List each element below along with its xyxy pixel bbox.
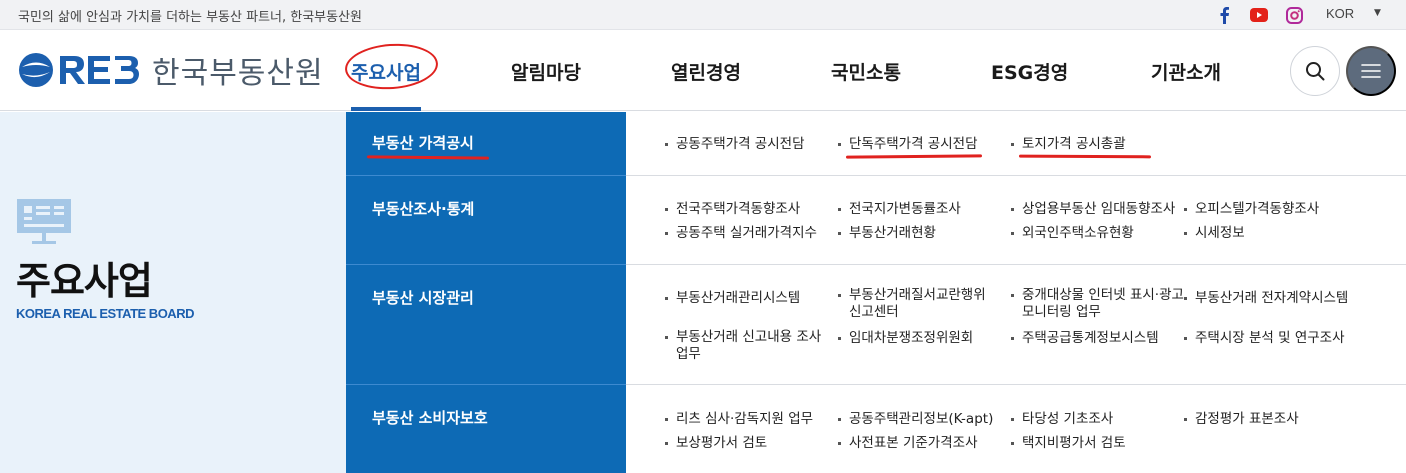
youtube-icon[interactable] [1249,5,1269,25]
link-land-price[interactable]: 토지가격 공시총괄 [1011,136,1126,153]
link-market-price-info[interactable]: 시세정보 [1184,225,1245,242]
section-side-panel: 주요사업 KOREA REAL ESTATE BOARD [0,112,346,473]
link-apartment-transaction-index[interactable]: 공동주택 실거래가격지수 [665,225,817,242]
row-divider [626,384,1406,385]
category-row[interactable]: 부동산 가격공시 [346,112,626,176]
category-survey-statistics[interactable]: 부동산조사·통계 [372,198,474,219]
reb-logo-mark [19,53,139,87]
link-reits-supervision[interactable]: 리츠 심사·감독지원 업무 [665,411,813,428]
section-subtitle: KOREA REAL ESTATE BOARD [16,306,194,321]
link-e-contract-system[interactable]: 부동산거래 전자계약시스템 [1184,290,1364,307]
row-divider [626,175,1406,176]
hamburger-icon [1361,64,1381,78]
language-select[interactable]: KOR [1326,6,1354,21]
main-header: 한국부동산원 주요사업 알림마당 열린경영 국민소통 ESG경영 기관소개 [0,30,1406,111]
category-row[interactable]: 부동산 시장관리 [346,265,626,385]
link-report-investigation[interactable]: 부동산거래 신고내용 조사 업무 [665,329,825,363]
link-compensation-review[interactable]: 보상평가서 검토 [665,435,767,452]
link-k-apt[interactable]: 공동주택관리정보(K-apt) [838,411,993,428]
facebook-icon[interactable] [1214,5,1234,25]
link-detached-house-price[interactable]: 단독주택가격 공시전담 [838,136,978,153]
link-housing-supply-stats[interactable]: 주택공급통계정보시스템 [1011,330,1181,347]
link-transaction-management-system[interactable]: 부동산거래관리시스템 [665,290,815,307]
nav-communication[interactable]: 국민소통 [831,58,901,85]
slogan-text: 국민의 삶에 안심과 가치를 더하는 부동산 파트너, 한국부동산원 [18,10,363,25]
link-land-cost-review[interactable]: 택지비평가서 검토 [1011,435,1126,452]
link-disorder-report-center[interactable]: 부동산거래질서교란행위 신고센터 [838,287,998,321]
site-logo[interactable]: 한국부동산원 [16,48,324,92]
nav-esg[interactable]: ESG경영 [991,58,1068,85]
category-market-management[interactable]: 부동산 시장관리 [372,287,474,308]
instagram-icon[interactable] [1284,5,1304,25]
red-underline-annotation [845,154,983,159]
link-pre-sample-price-survey[interactable]: 사전표본 기준가격조사 [838,435,978,452]
category-column: 부동산 가격공시 부동산조사·통계 부동산 시장관리 부동산 소비자보호 [346,112,626,473]
link-apartment-price[interactable]: 공동주택가격 공시전담 [665,136,805,153]
nav-about[interactable]: 기관소개 [1151,58,1221,85]
link-commercial-rent-survey[interactable]: 상업용부동산 임대동향조사 [1011,201,1175,218]
all-menu-button[interactable] [1346,46,1396,96]
link-officetel-price-survey[interactable]: 오피스텔가격동향조사 [1184,201,1319,218]
red-underline-annotation [1018,154,1152,159]
utility-bar: 국민의 삶에 안심과 가치를 더하는 부동산 파트너, 한국부동산원 KOR ▼ [0,0,1406,30]
presentation-board-icon [17,199,71,244]
active-nav-indicator [351,107,421,111]
link-transaction-status[interactable]: 부동산거래현황 [838,225,936,242]
row-divider [626,264,1406,265]
search-icon [1306,62,1325,81]
link-listing-ad-monitoring[interactable]: 중개대상물 인터넷 표시·광고 모니터링 업무 [1011,287,1187,321]
category-price-announcement[interactable]: 부동산 가격공시 [372,132,474,153]
link-lease-dispute-committee[interactable]: 임대차분쟁조정위원회 [838,330,1008,347]
link-land-price-change-survey[interactable]: 전국지가변동률조사 [838,201,961,218]
link-foreign-ownership[interactable]: 외국인주택소유현황 [1011,225,1134,242]
section-title: 주요사업 [16,259,153,303]
category-row[interactable]: 부동산조사·통계 [346,176,626,265]
nav-open-management[interactable]: 열린경영 [671,58,741,85]
search-button[interactable] [1290,46,1340,96]
category-consumer-protection[interactable]: 부동산 소비자보호 [372,407,488,428]
link-appraisal-sample-survey[interactable]: 감정평가 표본조사 [1184,411,1299,428]
chevron-down-icon[interactable]: ▼ [1374,8,1381,18]
logo-text: 한국부동산원 [152,56,324,91]
link-market-analysis-research[interactable]: 주택시장 분석 및 연구조사 [1184,330,1364,347]
category-row[interactable]: 부동산 소비자보호 [346,385,626,473]
nav-notice[interactable]: 알림마당 [511,58,581,85]
link-feasibility-survey[interactable]: 타당성 기초조사 [1011,411,1113,428]
link-national-housing-price-survey[interactable]: 전국주택가격동향조사 [665,201,800,218]
